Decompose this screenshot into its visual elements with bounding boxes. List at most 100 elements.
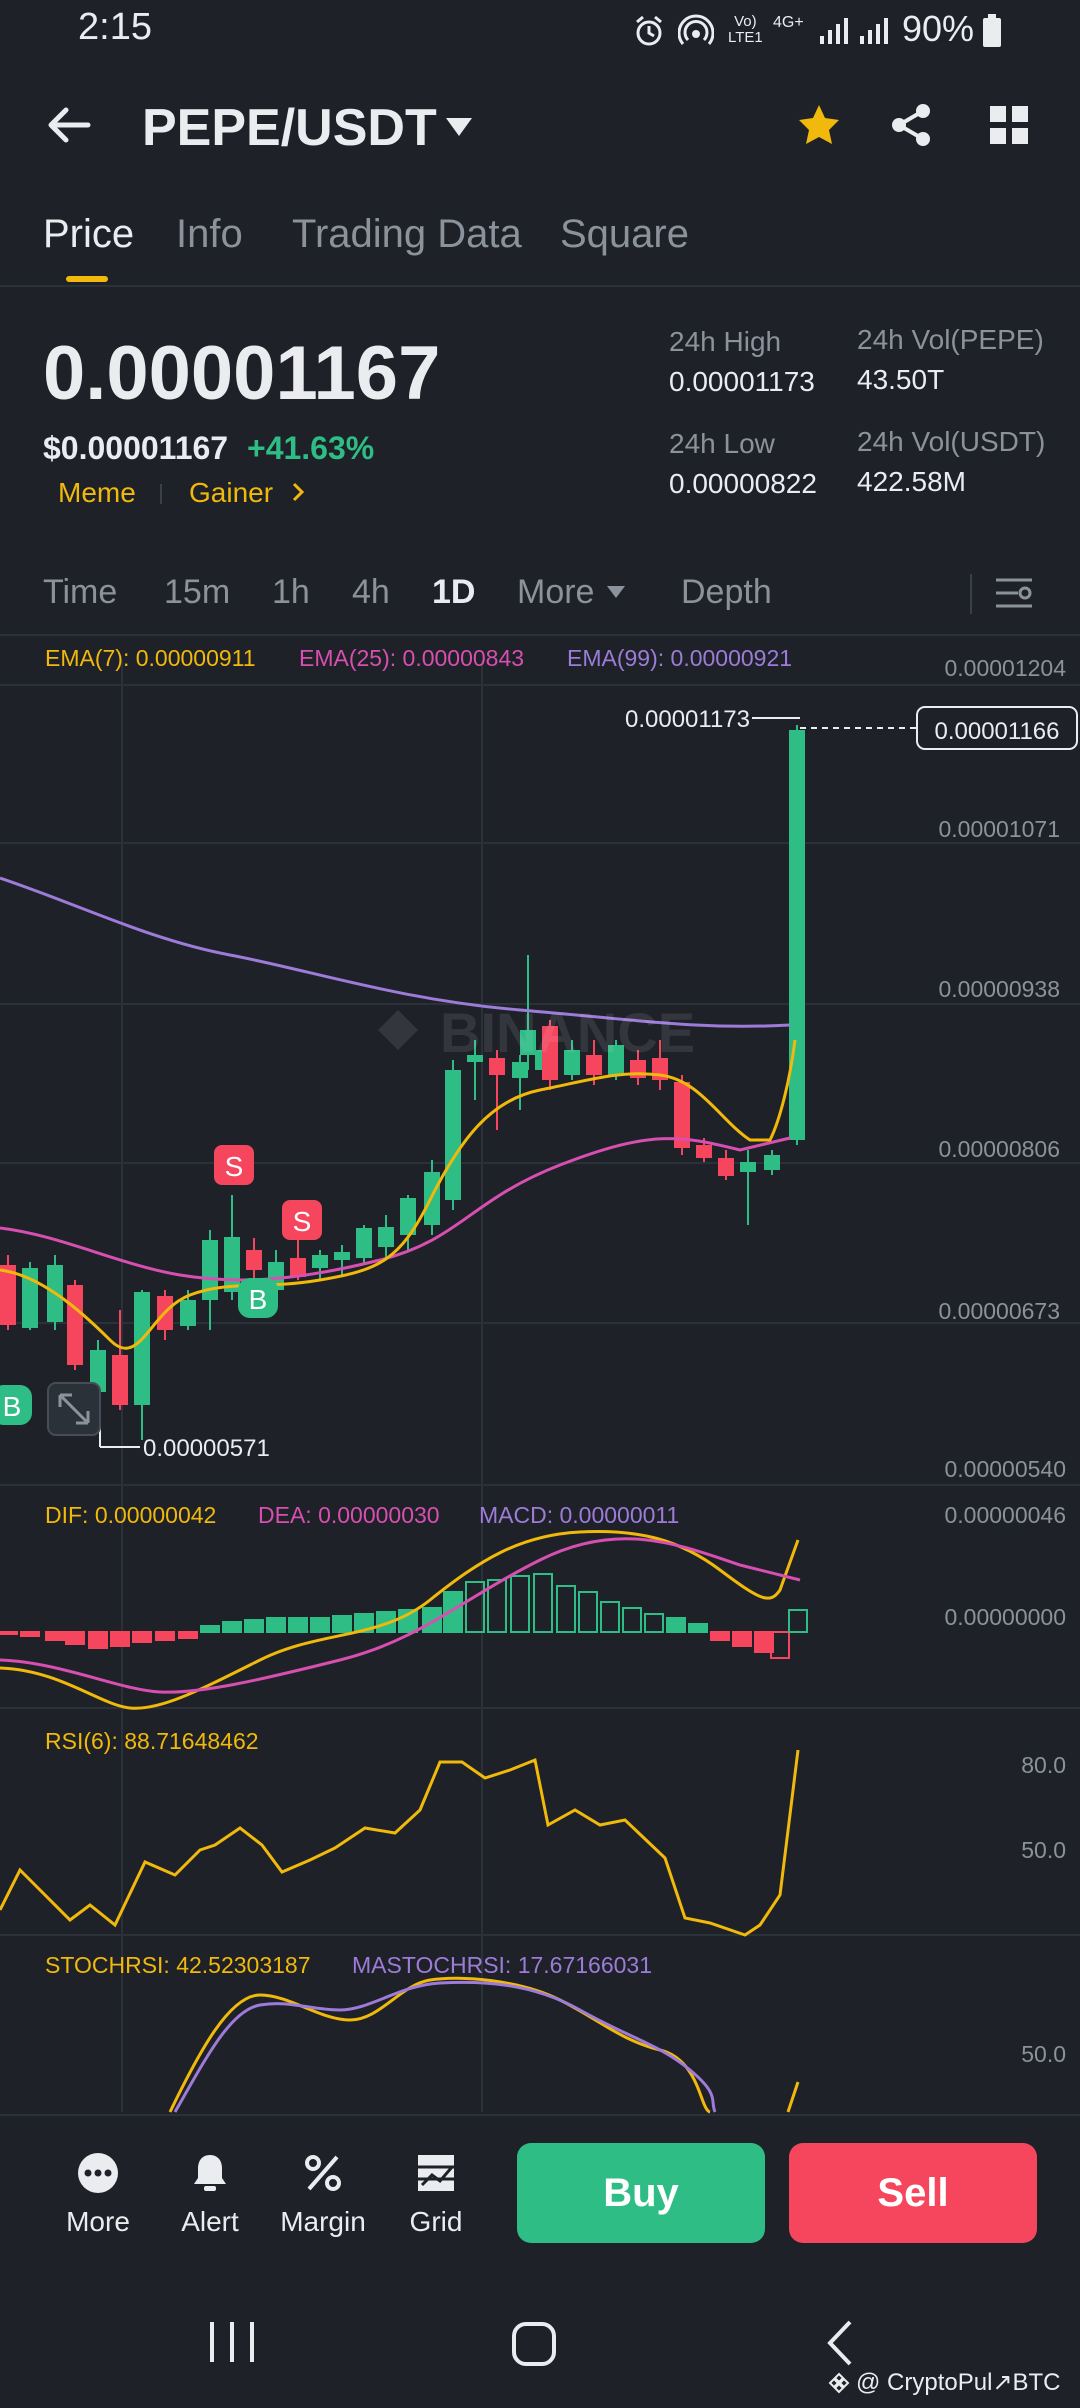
buy-marker-1: B (238, 1278, 278, 1318)
back-button[interactable] (44, 100, 94, 150)
battery-percent: 90% (902, 8, 975, 49)
timeframe-15m[interactable]: 15m (164, 573, 230, 612)
macd-bar (310, 1617, 330, 1633)
vol-usdt-value: 422.58M (857, 466, 966, 497)
timeframe-time[interactable]: Time (43, 573, 117, 612)
expand-chart-button[interactable] (47, 1382, 101, 1436)
timeframe-more[interactable]: More (517, 573, 594, 612)
timeframe-4h[interactable]: 4h (352, 573, 390, 612)
mastochrsi-label: MASTOCHRSI: 17.67166031 (352, 1952, 653, 1978)
candle-body (718, 1158, 734, 1176)
bottom-toolbar-divider (0, 2114, 1080, 2116)
candle-body (67, 1285, 83, 1365)
macd-dea-label: DEA: 0.00000030 (258, 1502, 440, 1528)
network-type: 4G+ (773, 14, 804, 31)
tabs-divider (0, 285, 1080, 287)
sell-marker-2-label: S (293, 1206, 312, 1237)
rsi-axis-80: 80.0 (1021, 1752, 1066, 1778)
macd-bar (556, 1585, 576, 1633)
timeframe-1h[interactable]: 1h (272, 573, 310, 612)
stochrsi-label: STOCHRSI: 42.52303187 (45, 1952, 311, 1978)
buy-marker-2: B (0, 1385, 32, 1425)
macd-bar (45, 1631, 65, 1641)
battery-icon (982, 14, 1002, 53)
home-icon (512, 2322, 556, 2366)
candle-body (224, 1237, 240, 1292)
axis-label-3: 0.00000938 (938, 976, 1060, 1002)
current-price-tag: 0.00001166 (934, 718, 1059, 745)
grid-tool[interactable]: Grid (376, 2148, 496, 2238)
macd-bar (288, 1617, 308, 1633)
more-tool[interactable]: More (38, 2148, 158, 2238)
macd-bar (155, 1631, 175, 1641)
macd-bar (710, 1631, 730, 1641)
vol-pepe-value: 43.50T (857, 364, 945, 395)
macd-bar (644, 1613, 664, 1633)
favorite-star-icon[interactable] (796, 102, 842, 153)
depth-button[interactable]: Depth (681, 573, 772, 612)
macd-bar (132, 1631, 152, 1643)
bell-icon (194, 2155, 226, 2191)
tab-trading-data[interactable]: Trading Data (292, 212, 522, 257)
status-bar: 2:15 Vo) LTE1 4G+ 90% (0, 0, 1080, 70)
macd-bar (533, 1573, 553, 1633)
candle-body (512, 1062, 528, 1078)
candle-body (312, 1255, 328, 1268)
home-button[interactable] (510, 2320, 558, 2373)
low-value: 0.00000822 (669, 468, 817, 499)
arrow-left-icon (48, 107, 91, 143)
recent-apps-icon (210, 2322, 254, 2362)
sell-marker-1-label: S (225, 1151, 244, 1182)
candle-body (356, 1228, 372, 1258)
chart-settings-icon[interactable] (994, 574, 1034, 617)
axis-label-2: 0.00001071 (938, 816, 1060, 842)
alert-tool[interactable]: Alert (150, 2148, 270, 2238)
tab-price[interactable]: Price (43, 212, 134, 257)
pair-dropdown-icon[interactable] (444, 116, 474, 143)
stochrsi-line (168, 1976, 800, 2114)
timeframe-1d[interactable]: 1D (432, 573, 475, 612)
buy-button[interactable]: Buy (517, 2143, 765, 2243)
candle-body (378, 1227, 394, 1247)
macd-bar (222, 1621, 242, 1633)
high-marker: 0.00001173 (625, 706, 750, 733)
chart-canvas[interactable]: S S B B 0.00001173 0.00001166 0.00000571… (0, 636, 1080, 2116)
high-label: 24h High (669, 326, 782, 357)
macd-bar (510, 1575, 530, 1633)
more-dots-icon (78, 2153, 118, 2193)
tab-info[interactable]: Info (176, 212, 243, 257)
candle-body (134, 1292, 150, 1405)
candle-body (764, 1155, 780, 1170)
macd-dif-label: DIF: 0.00000042 (45, 1502, 217, 1528)
high-value: 0.00001173 (669, 366, 815, 397)
sell-button[interactable]: Sell (789, 2143, 1037, 2243)
macd-axis-zero: 0.00000000 (944, 1604, 1066, 1630)
axis-label-6: 0.00000540 (944, 1456, 1066, 1482)
grid-tool-label: Grid (409, 2206, 463, 2237)
ema99-label: EMA(99): 0.00000921 (567, 645, 793, 671)
macd-bar (266, 1617, 286, 1633)
low-label: 24h Low (669, 428, 775, 459)
low-marker: 0.00000571 (143, 1435, 270, 1462)
alarm-icon (632, 14, 666, 53)
recent-apps-button[interactable] (206, 2320, 258, 2369)
grid-menu-icon[interactable] (988, 104, 1030, 151)
hotspot-icon (677, 14, 715, 53)
percent-icon (305, 2155, 341, 2191)
margin-tool[interactable]: Margin (263, 2148, 383, 2238)
tab-square[interactable]: Square (560, 212, 689, 257)
pair-title[interactable]: PEPE/USDT (142, 98, 437, 158)
margin-tool-label: Margin (280, 2206, 366, 2237)
vol-pepe-label: 24h Vol(PEPE) (857, 324, 1044, 355)
nav-back-button[interactable] (820, 2318, 860, 2373)
tag-meme[interactable]: Meme (58, 477, 136, 509)
macd-bar (578, 1591, 598, 1633)
share-icon[interactable] (888, 102, 934, 153)
ema25-line (0, 1136, 791, 1282)
macd-bar (0, 1631, 18, 1635)
sell-marker-2: S (282, 1200, 322, 1240)
tag-gainer[interactable]: Gainer (189, 477, 273, 509)
active-tab-indicator (66, 276, 108, 282)
candle-body (180, 1300, 196, 1326)
candle-body (445, 1070, 461, 1200)
